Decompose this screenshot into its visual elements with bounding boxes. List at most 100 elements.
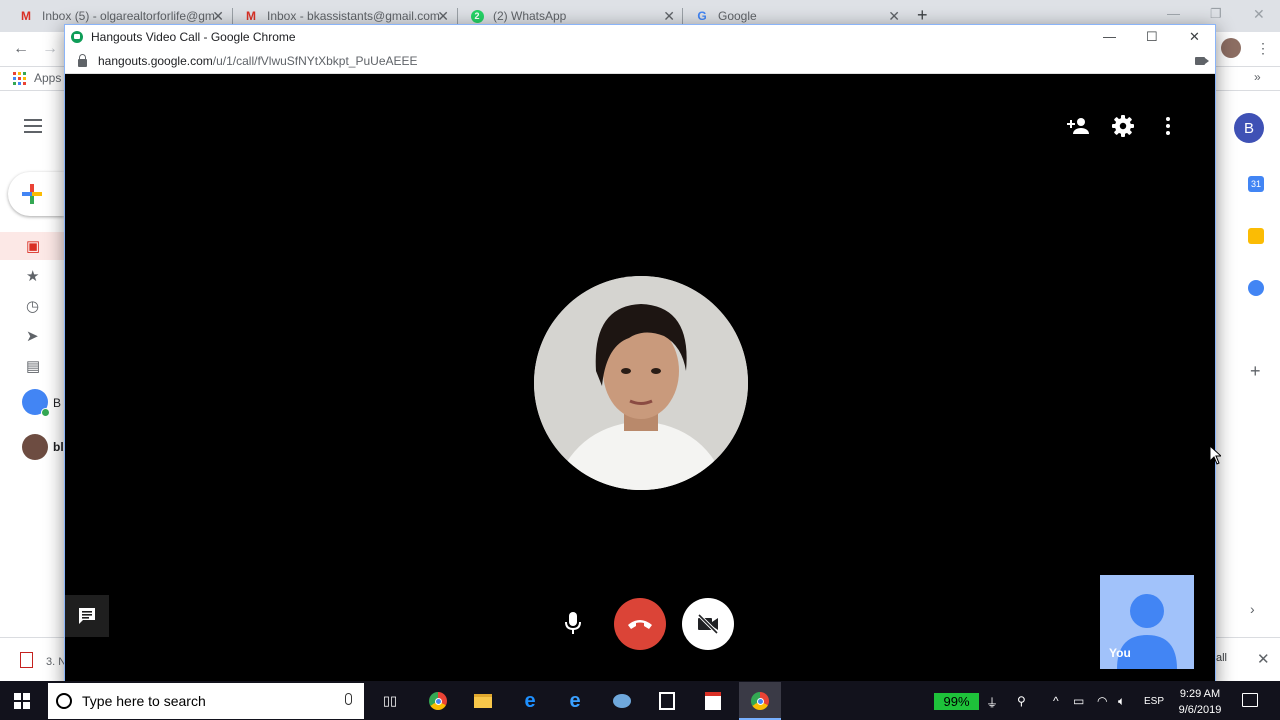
compose-plus-icon xyxy=(22,184,42,204)
battery-icon[interactable]: ▭ xyxy=(1073,694,1084,708)
action-center-icon[interactable] xyxy=(1242,693,1258,707)
star-icon[interactable]: ★ xyxy=(26,267,39,285)
camera-permission-icon[interactable] xyxy=(1195,57,1209,65)
hangouts-popup-window: Hangouts Video Call - Google Chrome — ☐ … xyxy=(64,24,1216,691)
toggle-camera-button[interactable] xyxy=(682,598,734,650)
search-placeholder: Type here to search xyxy=(82,693,206,709)
send-icon[interactable]: ➤ xyxy=(26,327,39,345)
calendar-icon[interactable]: 31 xyxy=(1248,176,1264,192)
draft-icon[interactable]: ▤ xyxy=(26,357,40,375)
more-vert-icon xyxy=(1166,117,1170,135)
taskbar-search-box[interactable]: Type here to search xyxy=(48,683,364,719)
menu-dots-icon[interactable]: ⋮ xyxy=(1256,40,1270,57)
more-options-button[interactable] xyxy=(1154,112,1182,140)
new-tab-icon[interactable]: + xyxy=(917,5,928,26)
chrome-icon[interactable] xyxy=(428,691,448,711)
close-icon[interactable]: ✕ xyxy=(212,8,224,25)
calculator-shape xyxy=(659,692,675,710)
bookmarks-overflow-icon[interactable]: » xyxy=(1254,70,1261,84)
popup-title-bar: Hangouts Video Call - Google Chrome — ☐ … xyxy=(65,25,1215,49)
hamburger-menu-icon[interactable] xyxy=(24,119,42,133)
tasks-icon[interactable] xyxy=(1248,280,1264,296)
microphone-icon xyxy=(565,612,581,634)
popup-address-bar[interactable]: hangouts.google.com/u/1/call/fVlwuSfNYtX… xyxy=(65,49,1215,74)
forward-icon[interactable]: → xyxy=(42,40,58,58)
close-icon[interactable]: ✕ xyxy=(1257,650,1270,668)
apps-shortcut[interactable]: Apps xyxy=(13,71,61,85)
maximize-icon[interactable]: ☐ xyxy=(1146,29,1158,45)
task-view-icon[interactable]: ▯▯ xyxy=(380,691,400,711)
acrobat-icon[interactable] xyxy=(703,691,723,711)
paint-shape xyxy=(613,694,631,708)
system-clock[interactable]: 9:29 AM 9/6/2019 xyxy=(1175,686,1225,718)
add-person-button[interactable] xyxy=(1064,112,1092,140)
file-explorer-icon[interactable] xyxy=(473,691,493,711)
minimize-icon[interactable]: — xyxy=(1103,29,1116,44)
inbox-icon: ▣ xyxy=(26,238,41,255)
whatsapp-icon: 2 xyxy=(469,8,485,24)
profile-avatar[interactable] xyxy=(1221,38,1241,58)
keep-icon[interactable] xyxy=(1248,228,1264,244)
volume-icon[interactable]: 🔈︎ xyxy=(1118,694,1125,709)
close-icon[interactable]: ✕ xyxy=(663,8,675,25)
video-call-area: You xyxy=(65,75,1215,690)
clock-date: 9/6/2019 xyxy=(1178,704,1222,716)
calculator-icon[interactable] xyxy=(657,691,677,711)
self-preview-tile[interactable]: You xyxy=(1100,575,1194,669)
add-addon-icon[interactable]: + xyxy=(1250,361,1261,382)
people-icon[interactable]: ⚲ xyxy=(1017,694,1026,708)
account-avatar[interactable]: B xyxy=(1234,113,1264,143)
language-indicator[interactable]: ESP xyxy=(1144,696,1164,707)
tab-label: (2) WhatsApp xyxy=(493,9,567,23)
settings-button[interactable] xyxy=(1109,112,1137,140)
battery-status[interactable]: 99% xyxy=(934,693,979,710)
close-icon[interactable]: ✕ xyxy=(437,8,449,25)
url-host: hangouts.google.com xyxy=(98,54,213,68)
chat-button[interactable] xyxy=(65,595,109,637)
mute-microphone-button[interactable] xyxy=(557,607,589,639)
online-status-icon xyxy=(41,408,50,417)
chevron-up-icon[interactable]: ^ xyxy=(1053,694,1059,708)
pdf-shape xyxy=(705,692,721,710)
chrome-logo xyxy=(429,692,447,710)
tab-label: Google xyxy=(718,9,757,23)
chrome-icon[interactable] xyxy=(750,691,770,711)
tab-label: Inbox (5) - olgarealtorforlife@gm xyxy=(42,9,215,23)
sidebar-contact-label[interactable]: bl xyxy=(53,440,64,454)
hang-up-icon xyxy=(628,620,652,629)
chevron-right-icon[interactable]: › xyxy=(1250,601,1255,617)
minimize-icon[interactable]: — xyxy=(1167,6,1180,21)
participant-photo xyxy=(534,276,748,490)
close-window-icon[interactable]: ✕ xyxy=(1189,29,1200,45)
google-icon: G xyxy=(697,9,707,23)
end-call-button[interactable] xyxy=(614,598,666,650)
windows-start-icon[interactable] xyxy=(14,693,30,709)
power-plug-icon: ⏚ xyxy=(986,696,999,710)
internet-explorer-icon[interactable]: e xyxy=(565,690,585,712)
close-icon[interactable]: ✕ xyxy=(888,8,900,25)
restore-icon[interactable]: ❐ xyxy=(1210,6,1222,22)
chat-icon xyxy=(79,608,95,624)
self-label: You xyxy=(1109,646,1131,660)
hangouts-icon xyxy=(71,31,83,43)
sidebar-contact-label[interactable]: B xyxy=(53,396,61,410)
paint-icon[interactable] xyxy=(612,691,632,711)
gmail-icon: M xyxy=(246,9,256,23)
avatar[interactable] xyxy=(22,434,48,460)
wifi-icon[interactable]: ◠ xyxy=(1097,694,1107,708)
clock-icon[interactable]: ◷ xyxy=(26,297,39,315)
add-person-icon xyxy=(1067,118,1089,134)
mouse-cursor-icon xyxy=(1209,445,1221,465)
edge-icon[interactable]: e xyxy=(520,690,540,712)
gmail-addons-panel xyxy=(1216,92,1280,637)
participant-avatar xyxy=(534,276,748,490)
popup-title: Hangouts Video Call - Google Chrome xyxy=(91,30,296,44)
close-window-icon[interactable]: ✕ xyxy=(1253,6,1265,23)
gmail-icon: M xyxy=(21,9,31,23)
url-path: /u/1/call/fVlwuSfNYtXbkpt_PuUeAEEE xyxy=(212,54,418,68)
back-icon[interactable]: ← xyxy=(13,40,29,58)
show-all-button[interactable]: all xyxy=(1216,652,1227,664)
microphone-icon[interactable] xyxy=(345,693,352,705)
camera-off-icon xyxy=(697,613,719,635)
folder-shape xyxy=(474,694,492,708)
